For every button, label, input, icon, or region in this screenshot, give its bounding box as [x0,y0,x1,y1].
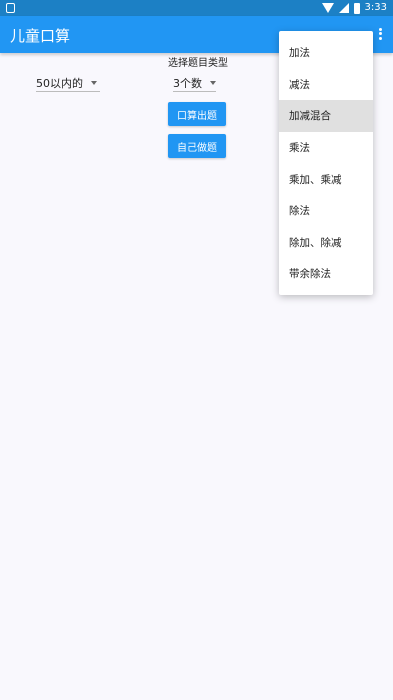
self-practice-button[interactable]: 自己做题 [168,134,226,158]
question-type-label: 选择题目类型 [168,58,228,69]
menu-item-addition[interactable]: 加法 [279,37,373,69]
notification-icon [6,3,15,13]
menu-item-multiplication[interactable]: 乘法 [279,132,373,164]
menu-item-mul-add-sub[interactable]: 乘加、乘减 [279,163,373,195]
app-title: 儿童口算 [10,27,71,45]
menu-item-division[interactable]: 除法 [279,195,373,227]
generate-questions-button[interactable]: 口算出题 [168,102,226,126]
cellular-icon [338,3,349,13]
status-bar: 3:33 [0,0,393,16]
wifi-icon [321,3,334,13]
more-vert-icon[interactable] [375,26,385,42]
chevron-down-icon [210,80,216,85]
count-dropdown-value: 3个数 [173,76,202,90]
status-time: 3:33 [364,2,387,13]
menu-item-subtraction[interactable]: 减法 [279,69,373,101]
status-icons: 3:33 [321,2,387,14]
menu-item-division-remainder[interactable]: 带余除法 [279,258,373,290]
range-dropdown-value: 50以内的 [36,76,83,90]
menu-item-div-add-sub[interactable]: 除加、除减 [279,227,373,259]
chevron-down-icon [91,80,97,85]
battery-icon [353,2,360,14]
operation-menu: 加法 减法 加减混合 乘法 乘加、乘减 除法 除加、除减 带余除法 [279,31,373,295]
menu-item-add-sub-mixed[interactable]: 加减混合 [279,100,373,132]
count-dropdown[interactable]: 3个数 [173,74,216,92]
range-dropdown[interactable]: 50以内的 [36,74,100,92]
